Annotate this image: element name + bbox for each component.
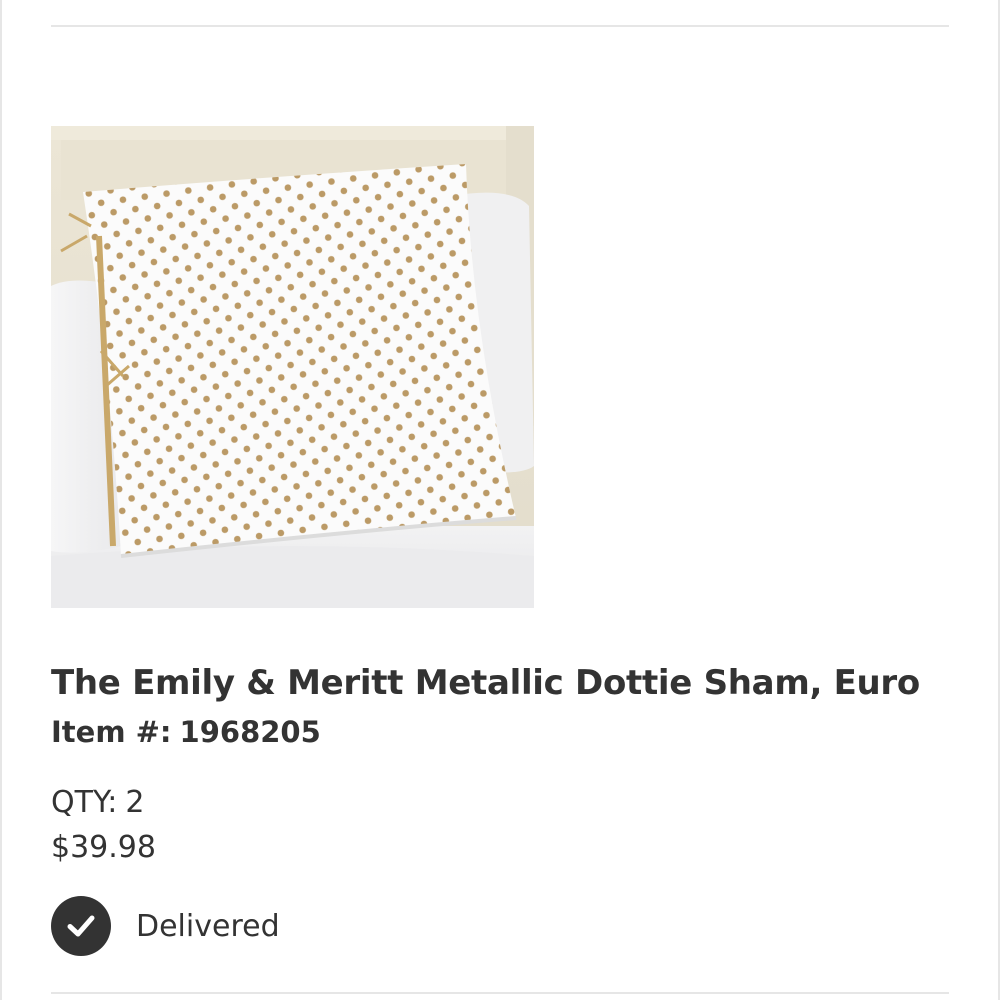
item-number-label: Item #: xyxy=(51,715,172,749)
quantity-label: QTY: xyxy=(51,785,118,820)
divider-top xyxy=(51,25,949,27)
frame-left-border xyxy=(0,0,2,1000)
item-number: Item #: 1968205 xyxy=(51,712,321,752)
check-circle-icon xyxy=(51,896,111,956)
price: $39.98 xyxy=(51,830,156,865)
status-text: Delivered xyxy=(136,908,280,944)
delivery-status: Delivered xyxy=(51,896,280,956)
product-image[interactable] xyxy=(51,126,534,608)
product-title[interactable]: The Emily & Meritt Metallic Dottie Sham,… xyxy=(51,660,951,706)
divider-bottom xyxy=(51,992,949,994)
item-number-value: 1968205 xyxy=(179,715,321,749)
quantity: QTY: 2 xyxy=(51,783,144,823)
quantity-value: 2 xyxy=(125,785,145,820)
